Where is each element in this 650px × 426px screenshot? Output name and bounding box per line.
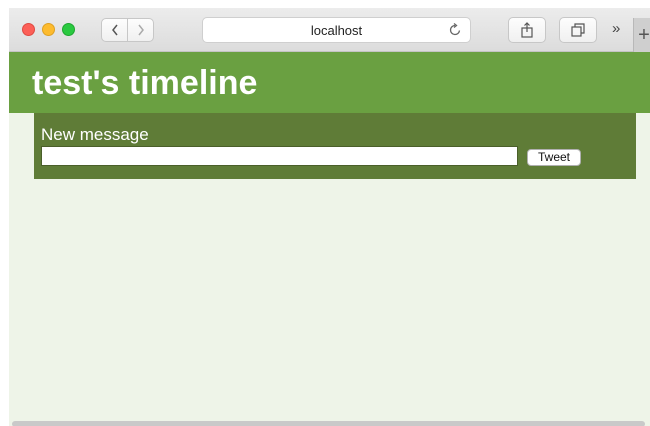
page-title: test's timeline [32,64,258,102]
chevron-right-icon [137,24,144,36]
forward-button[interactable] [127,18,154,42]
share-button[interactable] [508,17,546,43]
chevron-left-icon [111,24,118,36]
page-header: test's timeline [9,52,650,113]
close-window-button[interactable] [22,23,35,36]
address-text: localhost [310,23,363,38]
new-tab-button[interactable]: + [633,18,650,52]
message-input[interactable] [41,146,518,166]
address-bar[interactable]: localhost [202,17,471,43]
tweet-button[interactable]: Tweet [527,149,581,166]
browser-toolbar: localhost » + [9,8,650,52]
new-message-panel: New message Tweet [34,113,636,179]
share-icon [521,22,533,38]
reload-icon[interactable] [447,22,463,38]
new-message-label: New message [41,125,149,144]
zoom-window-button[interactable] [62,23,75,36]
tabs-overview-icon [571,23,585,37]
horizontal-scrollbar[interactable] [12,421,645,426]
minimize-window-button[interactable] [42,23,55,36]
back-button[interactable] [101,18,128,42]
show-tabs-button[interactable] [559,17,597,43]
more-toolbar-items-icon[interactable]: » [612,20,620,37]
browser-window: localhost » + test's timeline New messag… [9,8,650,426]
